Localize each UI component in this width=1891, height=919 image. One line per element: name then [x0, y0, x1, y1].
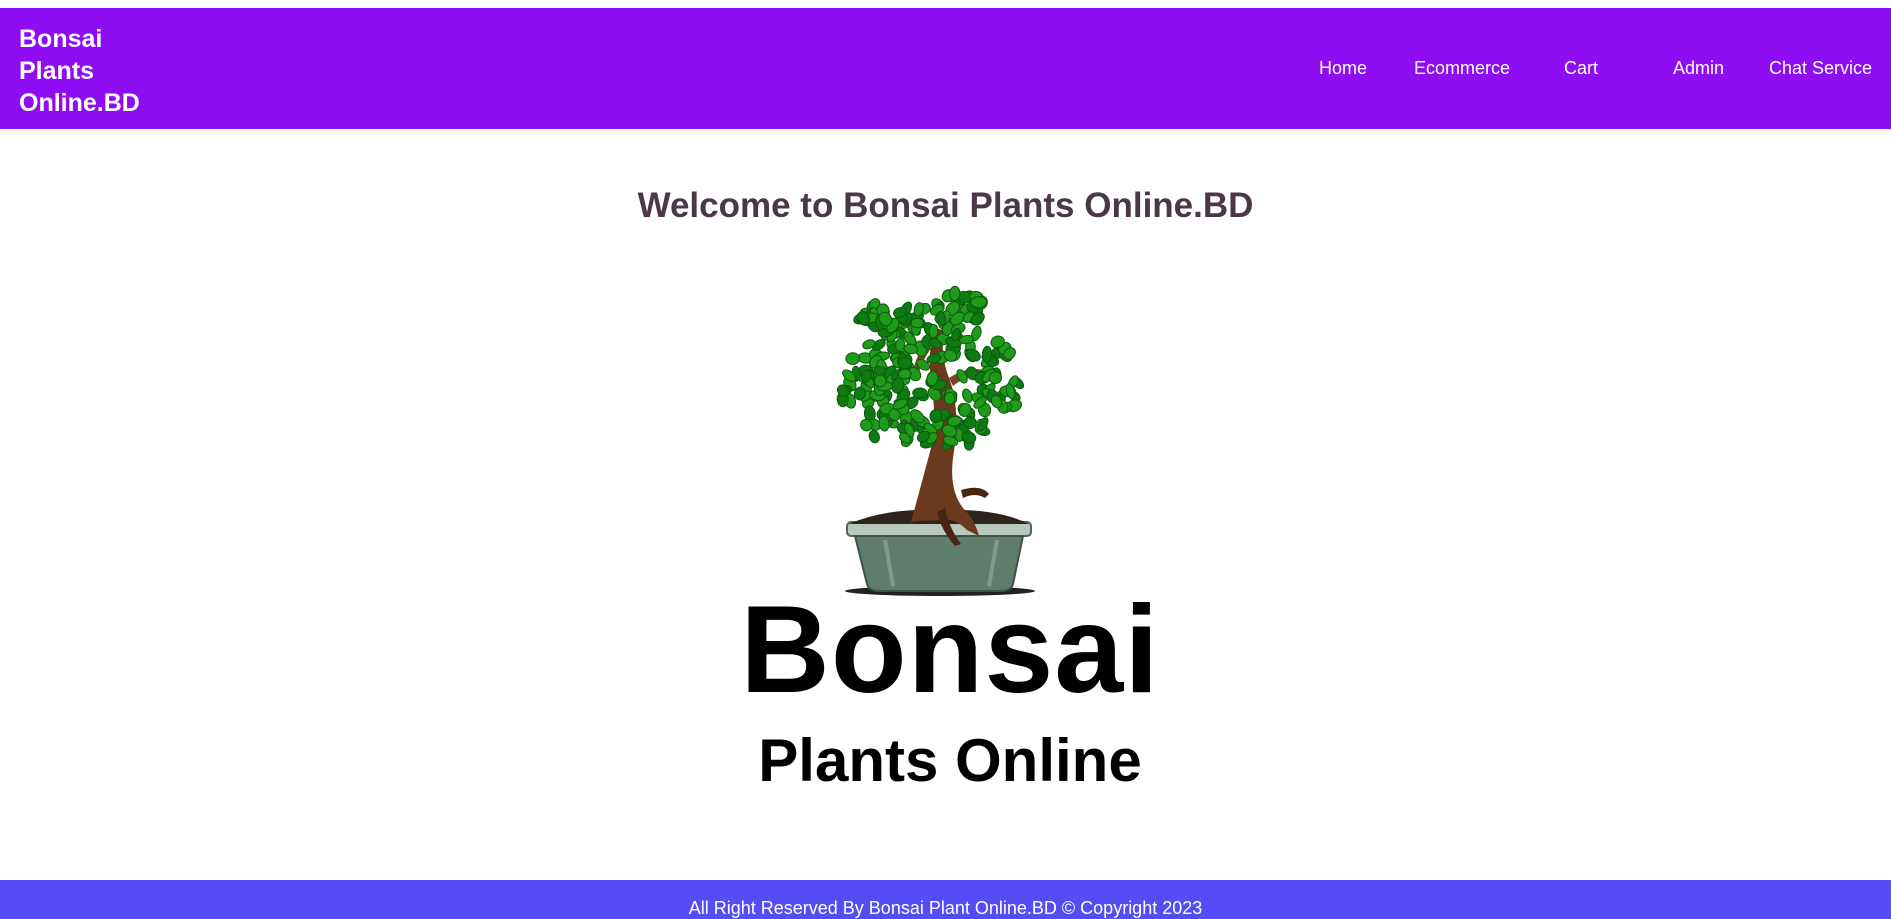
- footer-copyright: All Right Reserved By Bonsai Plant Onlin…: [688, 898, 1203, 918]
- leaf: [988, 371, 1003, 385]
- logo-word-plants-online: Plants Online: [758, 727, 1142, 794]
- bonsai-logo: Bonsai Plants Online: [735, 258, 1165, 803]
- navbar: Bonsai Plants Online.BD Home Ecommerce C…: [0, 8, 1891, 129]
- page: Bonsai Plants Online.BD Home Ecommerce C…: [0, 0, 1891, 919]
- footer: All Right Reserved By Bonsai Plant Onlin…: [0, 880, 1891, 919]
- logo-word-bonsai: Bonsai: [740, 581, 1160, 719]
- leaf: [868, 429, 880, 444]
- leaf: [943, 391, 956, 405]
- nav-link-home[interactable]: Home: [1319, 57, 1367, 79]
- nav-link-ecommerce[interactable]: Ecommerce: [1414, 57, 1510, 79]
- leaf: [949, 285, 961, 301]
- leaf: [898, 368, 912, 380]
- brand-logo-text[interactable]: Bonsai Plants Online.BD: [19, 23, 149, 119]
- leaf: [981, 345, 993, 363]
- leaf: [912, 387, 928, 399]
- leaf: [897, 356, 912, 370]
- leaf: [845, 352, 860, 365]
- nav-link-cart[interactable]: Cart: [1564, 57, 1598, 79]
- welcome-heading: Welcome to Bonsai Plants Online.BD: [637, 186, 1254, 225]
- leaf: [910, 317, 924, 329]
- nav-link-chat-service[interactable]: Chat Service: [1769, 57, 1872, 79]
- nav-link-admin[interactable]: Admin: [1673, 57, 1724, 79]
- leaf: [970, 296, 988, 309]
- bonsai-tree-icon: [836, 285, 1035, 596]
